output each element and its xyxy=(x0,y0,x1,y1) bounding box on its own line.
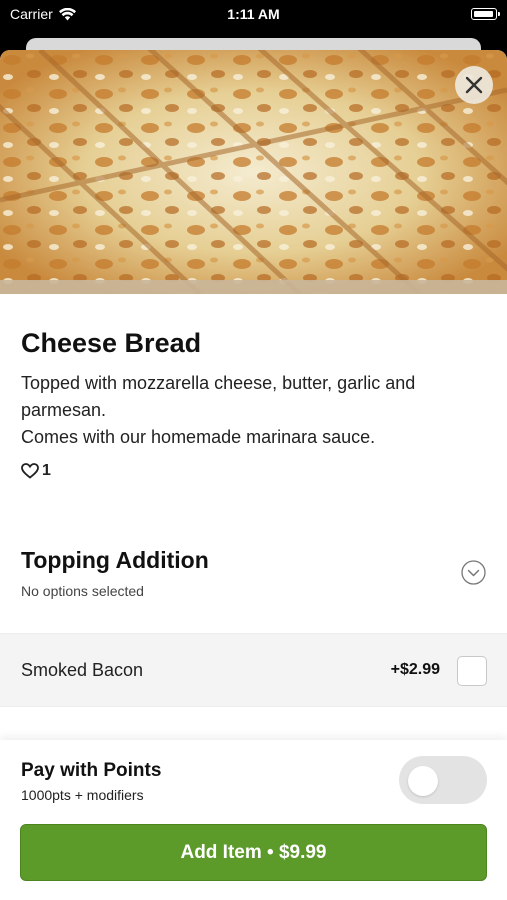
cheese-bread-photo xyxy=(0,50,507,294)
close-icon xyxy=(465,76,483,94)
hero-image xyxy=(0,50,507,294)
status-bar: Carrier 1:11 AM xyxy=(0,0,507,30)
battery-icon xyxy=(471,8,500,20)
modifier-group-subtitle: No options selected xyxy=(21,583,144,599)
item-description-line: Topped with mozzarella cheese, butter, g… xyxy=(21,373,416,420)
add-item-button[interactable]: Add Item • $9.99 xyxy=(20,824,487,881)
toggle-knob xyxy=(408,766,438,796)
heart-icon xyxy=(21,463,39,479)
checkout-panel: Pay with Points 1000pts + modifiers Add … xyxy=(0,740,507,900)
status-time: 1:11 AM xyxy=(227,6,280,22)
points-subtitle: 1000pts + modifiers xyxy=(21,787,144,803)
like-button[interactable]: 1 xyxy=(21,462,51,480)
option-row[interactable]: Smoked Bacon +$2.99 xyxy=(0,633,507,707)
item-description: Topped with mozzarella cheese, butter, g… xyxy=(21,370,491,451)
points-toggle[interactable] xyxy=(399,756,487,804)
close-button[interactable] xyxy=(455,66,493,104)
item-title: Cheese Bread xyxy=(21,328,202,358)
chevron-down-icon[interactable] xyxy=(461,560,486,585)
option-price: +$2.99 xyxy=(390,661,440,678)
option-name: Smoked Bacon xyxy=(21,660,144,680)
like-count: 1 xyxy=(42,462,51,479)
item-detail-sheet: Cheese Bread Topped with mozzarella chee… xyxy=(0,50,507,900)
option-checkbox[interactable] xyxy=(457,656,487,686)
modifier-group-title: Topping Addition xyxy=(21,547,209,573)
item-description-line: Comes with our homemade marinara sauce. xyxy=(21,427,376,447)
points-title: Pay with Points xyxy=(21,760,162,781)
